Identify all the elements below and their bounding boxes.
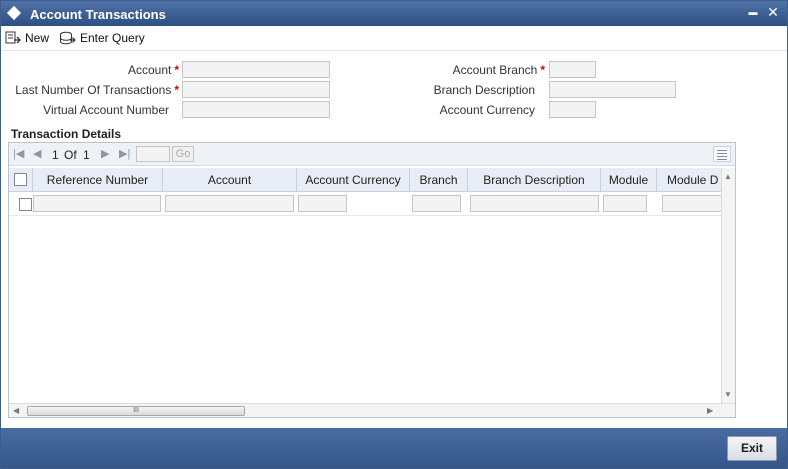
account-label-text: Account bbox=[127, 63, 172, 77]
table-row bbox=[9, 192, 722, 216]
close-icon[interactable]: ✕ bbox=[765, 4, 781, 20]
next-page-icon[interactable]: ▶ bbox=[101, 147, 109, 160]
vertical-scrollbar[interactable]: ▲ ▼ bbox=[721, 168, 735, 403]
pager-total: 1 bbox=[83, 148, 90, 162]
last-number-label: Last Number Of Transactions * bbox=[15, 83, 179, 97]
grid-pager: |◀ ◀ 1 Of 1 ▶ ▶| Go bbox=[9, 143, 735, 166]
grid-header-row: Reference Number Account Account Currenc… bbox=[9, 168, 721, 192]
account-currency-cell-input[interactable] bbox=[298, 195, 347, 212]
window-diamond-icon bbox=[6, 5, 22, 21]
module-cell-input[interactable] bbox=[603, 195, 647, 212]
title-bar: Account Transactions ▬ ✕ bbox=[1, 1, 787, 26]
scroll-up-icon[interactable]: ▲ bbox=[724, 172, 732, 181]
reference-number-cell-input[interactable] bbox=[33, 195, 161, 212]
minimize-icon[interactable]: ▬ bbox=[745, 4, 761, 20]
account-currency-label: Account Currency bbox=[439, 103, 535, 117]
transaction-details-grid: |◀ ◀ 1 Of 1 ▶ ▶| Go Reference Number Acc… bbox=[8, 142, 736, 418]
enter-query-label: Enter Query bbox=[80, 31, 145, 45]
new-button-label: New bbox=[25, 31, 50, 45]
account-label: Account * bbox=[128, 63, 179, 77]
virtual-account-input[interactable] bbox=[182, 101, 330, 118]
horizontal-scroll-thumb[interactable]: III bbox=[27, 406, 245, 416]
exit-button[interactable]: Exit bbox=[727, 436, 777, 461]
scroll-down-icon[interactable]: ▼ bbox=[724, 390, 732, 399]
previous-page-icon[interactable]: ◀ bbox=[33, 147, 41, 160]
account-branch-label: Account Branch * bbox=[453, 63, 545, 77]
new-document-icon bbox=[5, 31, 21, 44]
window-title: Account Transactions bbox=[30, 7, 166, 22]
grid-columns-icon[interactable] bbox=[713, 146, 731, 162]
pager-current: 1 bbox=[52, 148, 59, 162]
branch-cell-input[interactable] bbox=[412, 195, 461, 212]
col-account-currency[interactable]: Account Currency bbox=[297, 168, 410, 192]
virtual-account-label: Virtual Account Number bbox=[43, 103, 169, 117]
col-branch-description[interactable]: Branch Description bbox=[468, 168, 601, 192]
col-module-description[interactable]: Module D bbox=[657, 168, 729, 192]
query-icon bbox=[60, 31, 76, 44]
toolbar: New Enter Query bbox=[1, 26, 787, 51]
footer-bar: Exit bbox=[1, 428, 787, 468]
required-marker: * bbox=[174, 63, 179, 77]
branch-description-input[interactable] bbox=[549, 81, 676, 98]
account-branch-label-text: Account Branch bbox=[452, 63, 538, 77]
first-page-icon[interactable]: |◀ bbox=[13, 147, 24, 160]
go-button[interactable]: Go bbox=[172, 146, 194, 162]
new-button[interactable]: New bbox=[5, 29, 49, 47]
page-number-input[interactable] bbox=[136, 146, 170, 162]
scroll-left-icon[interactable]: ◀ bbox=[13, 406, 19, 415]
select-all-checkbox[interactable] bbox=[14, 173, 27, 186]
last-number-input[interactable] bbox=[182, 81, 330, 98]
col-branch[interactable]: Branch bbox=[410, 168, 468, 192]
row-checkbox[interactable] bbox=[19, 198, 32, 211]
branch-description-cell-input[interactable] bbox=[470, 195, 599, 212]
account-transactions-window: Account Transactions ▬ ✕ New Enter Query bbox=[0, 0, 788, 469]
last-page-icon[interactable]: ▶| bbox=[119, 147, 130, 160]
select-all-cell bbox=[9, 168, 33, 192]
account-currency-input[interactable] bbox=[549, 101, 596, 118]
required-marker: * bbox=[174, 83, 179, 97]
scroll-right-icon[interactable]: ▶ bbox=[707, 406, 713, 415]
horizontal-scrollbar[interactable]: ◀ III ▶ bbox=[9, 403, 735, 417]
last-number-label-text: Last Number Of Transactions bbox=[15, 83, 172, 97]
required-marker: * bbox=[540, 63, 545, 77]
col-account[interactable]: Account bbox=[163, 168, 297, 192]
pager-of: Of bbox=[64, 148, 77, 162]
enter-query-button[interactable]: Enter Query bbox=[59, 29, 145, 47]
col-module[interactable]: Module bbox=[601, 168, 657, 192]
account-branch-input[interactable] bbox=[549, 61, 596, 78]
branch-description-label: Branch Description bbox=[433, 83, 535, 97]
col-reference-number[interactable]: Reference Number bbox=[33, 168, 163, 192]
module-description-cell-input[interactable] bbox=[662, 195, 722, 212]
transaction-details-title: Transaction Details bbox=[11, 127, 122, 141]
account-cell-input[interactable] bbox=[165, 195, 294, 212]
account-input[interactable] bbox=[182, 61, 330, 78]
